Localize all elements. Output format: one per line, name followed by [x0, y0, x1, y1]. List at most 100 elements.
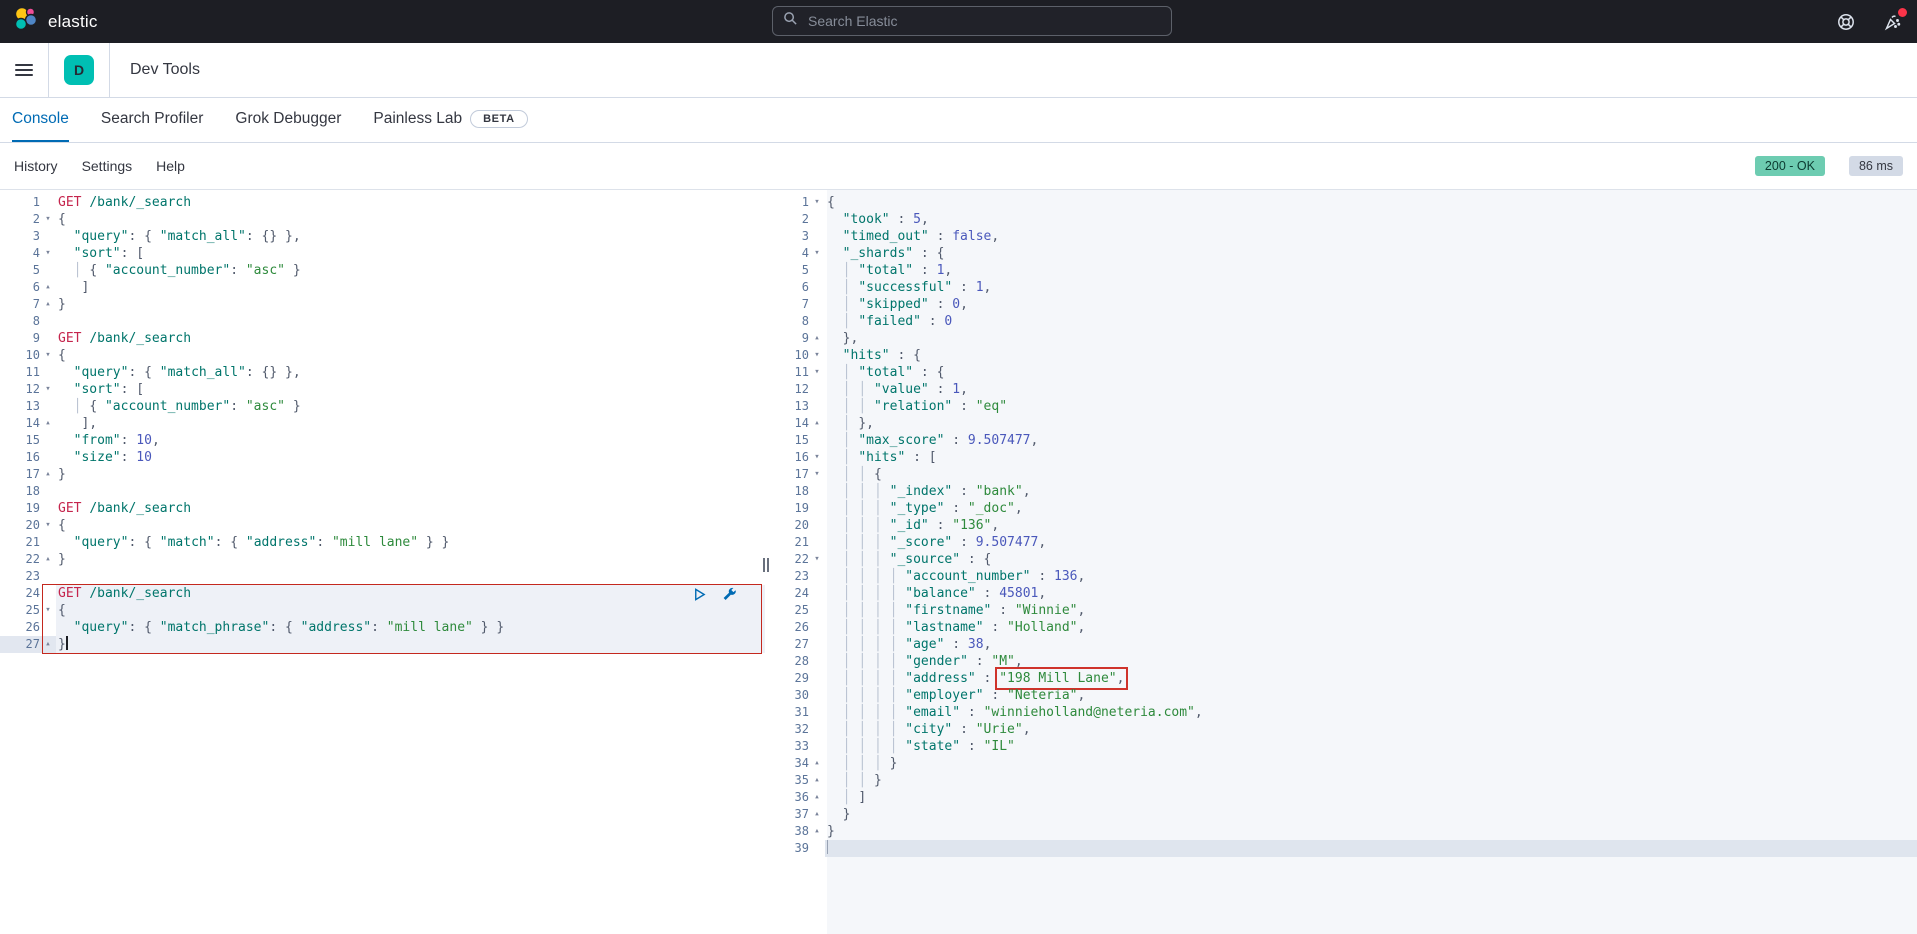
toolbar-link-settings[interactable]: Settings: [82, 158, 133, 174]
line-content: │ │ │ │ "lastname" : "Holland",: [825, 619, 1917, 636]
tab-console[interactable]: Console: [12, 98, 69, 142]
line-content: [56, 313, 765, 330]
send-request-button play-icon[interactable]: [691, 586, 708, 603]
fold-toggle[interactable]: ▴: [40, 415, 56, 432]
line-number: 5: [765, 262, 809, 279]
code-line: 22▴}: [0, 551, 765, 568]
request-actions: [691, 586, 737, 603]
space-badge[interactable]: D: [64, 55, 94, 85]
line-content: │ "total" : {: [825, 364, 1917, 381]
line-content: │ │ }: [825, 772, 1917, 789]
fold-toggle[interactable]: ▾: [809, 466, 825, 483]
fold-toggle[interactable]: ▴: [40, 636, 56, 653]
fold-toggle[interactable]: ▴: [40, 296, 56, 313]
line-number: 21: [0, 534, 40, 551]
fold-toggle[interactable]: ▴: [809, 823, 825, 840]
code-line: 15 │ "max_score" : 9.507477,: [765, 432, 1917, 449]
text-cursor: [66, 636, 68, 650]
code-line: 25▾{: [0, 602, 765, 619]
line-content: ]: [56, 279, 765, 296]
line-content: },: [825, 330, 1917, 347]
line-number: 17: [0, 466, 40, 483]
line-content: }: [56, 296, 765, 313]
search-input[interactable]: [806, 12, 1161, 30]
panel-resize-handle[interactable]: [763, 558, 769, 572]
code-line: 12▾ "sort": [: [0, 381, 765, 398]
line-content: "from": 10,: [56, 432, 765, 449]
fold-toggle[interactable]: ▴: [809, 772, 825, 789]
fold-toggle[interactable]: ▾: [809, 347, 825, 364]
line-content: "took" : 5,: [825, 211, 1917, 228]
line-number: 36: [765, 789, 809, 806]
fold-toggle[interactable]: ▾: [809, 245, 825, 262]
fold-toggle[interactable]: ▾: [809, 194, 825, 211]
fold-toggle[interactable]: ▾: [40, 517, 56, 534]
code-line: 38▴}: [765, 823, 1917, 840]
global-search[interactable]: [772, 6, 1172, 36]
fold-slot: [809, 296, 825, 313]
fold-slot: [809, 636, 825, 653]
line-number: 35: [765, 772, 809, 789]
code-line: 26 │ │ │ │ "lastname" : "Holland",: [765, 619, 1917, 636]
line-content: │ │ │ "_type" : "_doc",: [825, 500, 1917, 517]
line-content: "query": { "match": { "address": "mill l…: [56, 534, 765, 551]
fold-toggle[interactable]: ▾: [809, 449, 825, 466]
line-number: 4: [765, 245, 809, 262]
annotation-box: "198 Mill Lane",: [999, 671, 1124, 686]
breadcrumb: Dev Tools: [130, 61, 200, 79]
line-content: GET /bank/_search: [56, 500, 765, 517]
toolbar-link-help[interactable]: Help: [156, 158, 185, 174]
console-split: 1GET /bank/_search2▾{3 "query": { "match…: [0, 190, 1917, 934]
search-icon: [783, 11, 798, 31]
fold-toggle[interactable]: ▾: [809, 551, 825, 568]
line-number: 29: [765, 670, 809, 687]
line-number: 28: [765, 653, 809, 670]
request-options-button wrench-icon[interactable]: [720, 586, 737, 603]
fold-toggle[interactable]: ▴: [40, 279, 56, 296]
line-content: GET /bank/_search: [56, 194, 765, 211]
code-line: 9GET /bank/_search: [0, 330, 765, 347]
code-line: 36▴ │ ]: [765, 789, 1917, 806]
request-editor[interactable]: 1GET /bank/_search2▾{3 "query": { "match…: [0, 190, 765, 934]
fold-slot: [809, 840, 825, 857]
fold-slot: [809, 602, 825, 619]
code-line: 31 │ │ │ │ "email" : "winnieholland@nete…: [765, 704, 1917, 721]
code-line: 11 "query": { "match_all": {} },: [0, 364, 765, 381]
fold-toggle[interactable]: ▾: [40, 381, 56, 398]
fold-toggle[interactable]: ▴: [809, 789, 825, 806]
line-content: {: [56, 602, 765, 619]
fold-toggle[interactable]: ▴: [809, 330, 825, 347]
line-number: 17: [765, 466, 809, 483]
fold-toggle[interactable]: ▴: [809, 755, 825, 772]
tab-painless-lab[interactable]: Painless LabBETA: [373, 98, 527, 142]
tab-search-profiler[interactable]: Search Profiler: [101, 98, 204, 142]
line-number: 8: [0, 313, 40, 330]
fold-toggle[interactable]: ▴: [40, 466, 56, 483]
fold-toggle[interactable]: ▴: [809, 415, 825, 432]
fold-toggle[interactable]: ▴: [40, 551, 56, 568]
line-content: "sort": [: [56, 245, 765, 262]
fold-toggle[interactable]: ▴: [809, 806, 825, 823]
line-content: │ │ "relation" : "eq": [825, 398, 1917, 415]
fold-slot: [40, 568, 56, 585]
tab-grok-debugger[interactable]: Grok Debugger: [235, 98, 341, 142]
fold-toggle[interactable]: ▾: [40, 245, 56, 262]
fold-toggle[interactable]: ▾: [809, 364, 825, 381]
line-number: 16: [0, 449, 40, 466]
code-line: 30 │ │ │ │ "employer" : "Neteria",: [765, 687, 1917, 704]
line-number: 16: [765, 449, 809, 466]
elastic-brand[interactable]: elastic: [0, 6, 98, 37]
line-number: 26: [765, 619, 809, 636]
help-icon[interactable]: [1835, 11, 1857, 33]
code-line: 23: [0, 568, 765, 585]
fold-toggle[interactable]: ▾: [40, 211, 56, 228]
menu-icon[interactable]: [0, 43, 48, 97]
line-content: {: [56, 211, 765, 228]
fold-toggle[interactable]: ▾: [40, 347, 56, 364]
code-line: 7 │ "skipped" : 0,: [765, 296, 1917, 313]
newsfeed-icon[interactable]: [1881, 11, 1903, 33]
toolbar-link-history[interactable]: History: [14, 158, 58, 174]
fold-slot: [40, 364, 56, 381]
line-content: │ "successful" : 1,: [825, 279, 1917, 296]
fold-toggle[interactable]: ▾: [40, 602, 56, 619]
